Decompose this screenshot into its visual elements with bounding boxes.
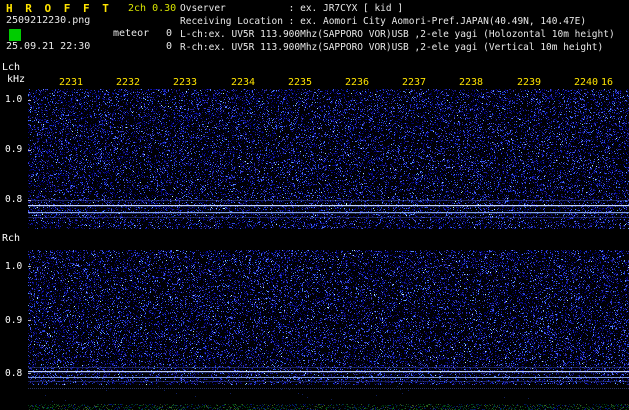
meteor-count-secondary: 0 [158,41,172,52]
time-label: 2236 [342,77,372,88]
receiver-info-block: Ovserver : ex. JR7CYX [ kid ] Receiving … [180,2,615,54]
lch-freq-tick: 0.8 [5,194,25,205]
lch-axis-label: Lch [2,62,20,73]
hrofft-window: H R O F F T 2ch 0.30 2509212230.png mete… [0,0,629,410]
observation-datetime: 25.09.21 22:30 [6,41,90,52]
time-label: 2238 [456,77,486,88]
lch-spectrogram [28,89,629,229]
observer-line: Ovserver : ex. JR7CYX [ kid ] [180,2,615,15]
time-label: 2233 [170,77,200,88]
khz-unit-label: kHz [7,74,25,85]
time-label: 2232 [113,77,143,88]
time-label-partial: 16 [601,77,613,88]
meteor-count: 0 [158,28,172,39]
time-label: 2237 [399,77,429,88]
lch-freq-tick: 0.9 [5,144,25,155]
time-label: 2239 [514,77,544,88]
rch-spectrogram [28,250,629,385]
meteor-legend-label: meteor [113,28,149,39]
meteor-legend-swatch-icon [9,29,21,41]
lch-freq-tick: 1.0 [5,94,25,105]
lch-receiver-line: L-ch:ex. UV5R 113.900Mhz(SAPPORO VOR)USB… [180,28,615,41]
rch-axis-label: Rch [2,233,20,244]
rch-freq-tick: 0.9 [5,315,25,326]
time-label: 2234 [228,77,258,88]
time-label: 2240 [571,77,601,88]
signal-level-strip [28,386,629,410]
rch-freq-tick: 0.8 [5,368,25,379]
time-label: 2231 [56,77,86,88]
app-version: 2ch 0.30 [128,3,176,14]
rch-receiver-line: R-ch:ex. UV5R 113.900Mhz(SAPPORO VOR)USB… [180,41,615,54]
app-title: H R O F F T [6,2,112,15]
receiving-location-line: Receiving Location : ex. Aomori City Aom… [180,15,615,28]
rch-freq-tick: 1.0 [5,261,25,272]
time-label: 2235 [285,77,315,88]
output-filename: 2509212230.png [6,15,90,26]
